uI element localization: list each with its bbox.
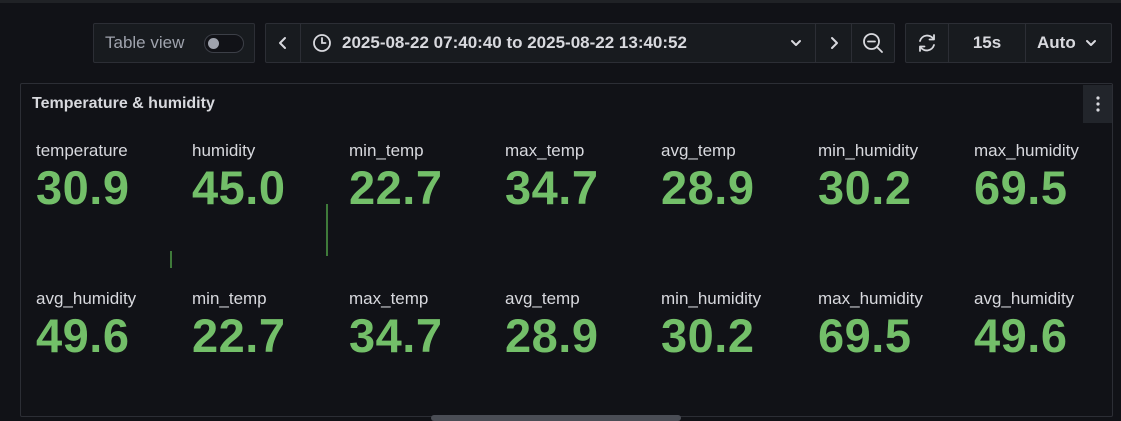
stat-value: 30.9: [36, 161, 130, 214]
stat-panel: Temperature & humidity temperature 30.9 …: [20, 83, 1113, 417]
refresh-auto-label: Auto: [1037, 33, 1076, 52]
top-border: [0, 0, 1121, 3]
stat-value: 28.9: [505, 309, 599, 362]
panel-menu-button[interactable]: [1083, 85, 1112, 123]
sparkline: [326, 204, 328, 256]
zoom-out-button[interactable]: [851, 23, 895, 63]
stat-value: 30.2: [818, 161, 912, 214]
stat-avg-humidity: avg_humidity 49.6: [36, 289, 186, 361]
table-view-toggle[interactable]: Table view: [93, 23, 255, 63]
stat-min-humidity: min_humidity 30.2: [661, 289, 811, 361]
stat-value: 30.2: [661, 309, 755, 362]
zoom-out-icon: [863, 33, 883, 53]
stat-label: max_humidity: [974, 141, 1079, 160]
switch-knob: [208, 38, 219, 49]
table-view-label: Table view: [105, 33, 185, 52]
stat-label: max_temp: [505, 141, 585, 160]
refresh-icon: [919, 34, 935, 52]
stat-min-temp: min_temp 22.7: [349, 141, 499, 213]
stat-min-humidity: min_humidity 30.2: [818, 141, 968, 213]
stat-humidity: humidity 45.0: [192, 141, 342, 213]
stat-label: avg_humidity: [974, 289, 1075, 308]
time-range-forward-button[interactable]: [815, 23, 852, 63]
stat-value: 69.5: [818, 309, 912, 362]
dashboard-toolbar: Table view 2025-08-22 07:40:40 to 2025-0…: [0, 23, 1121, 63]
table-view-switch[interactable]: [204, 34, 244, 53]
stat-temperature: temperature 30.9: [36, 141, 186, 213]
refresh-interval-button[interactable]: 15s: [948, 23, 1026, 63]
stat-value: 49.6: [974, 309, 1068, 362]
chevron-down-icon: [1086, 40, 1096, 46]
stat-value: 22.7: [349, 161, 443, 214]
stat-min-temp: min_temp 22.7: [192, 289, 342, 361]
stat-label: min_temp: [192, 289, 267, 308]
stat-label: min_humidity: [661, 289, 762, 308]
panel-title: Temperature & humidity: [32, 95, 215, 112]
stat-value: 69.5: [974, 161, 1068, 214]
time-range-text: 2025-08-22 07:40:40 to 2025-08-22 13:40:…: [342, 33, 687, 52]
stat-value: 34.7: [349, 309, 443, 362]
stat-value: 28.9: [661, 161, 755, 214]
horizontal-scrollbar[interactable]: [431, 415, 681, 421]
stat-max-temp: max_temp 34.7: [505, 141, 655, 213]
clock-icon: [313, 34, 331, 52]
stat-label: max_temp: [349, 289, 429, 308]
stat-label: temperature: [36, 141, 128, 160]
stat-label: humidity: [192, 141, 256, 160]
stat-avg-temp: avg_temp 28.9: [505, 289, 655, 361]
stat-label: avg_humidity: [36, 289, 137, 308]
chevron-down-icon: [791, 40, 801, 46]
time-range-back-button[interactable]: [265, 23, 301, 63]
stat-value: 34.7: [505, 161, 599, 214]
stat-avg-humidity: avg_humidity 49.6: [974, 289, 1112, 362]
stat-max-temp: max_temp 34.7: [349, 289, 499, 361]
stat-max-humidity: max_humidity 69.5: [818, 289, 968, 361]
stat-label: min_temp: [349, 141, 424, 160]
refresh-button[interactable]: [905, 23, 949, 63]
sparkline: [170, 251, 172, 268]
stat-label: max_humidity: [818, 289, 923, 308]
stat-value: 45.0: [192, 161, 286, 214]
chevron-right-icon: [830, 37, 838, 49]
stat-avg-temp: avg_temp 28.9: [661, 141, 811, 213]
refresh-auto-dropdown[interactable]: Auto: [1025, 23, 1112, 63]
stat-value: 49.6: [36, 309, 130, 362]
more-vertical-icon: [1096, 96, 1100, 112]
stat-label: min_humidity: [818, 141, 919, 160]
stat-label: avg_temp: [505, 289, 580, 308]
refresh-interval-value: 15s: [972, 33, 1002, 52]
stat-label: avg_temp: [661, 141, 736, 160]
chevron-left-icon: [279, 37, 286, 49]
time-range-picker[interactable]: 2025-08-22 07:40:40 to 2025-08-22 13:40:…: [300, 23, 816, 63]
stat-value: 22.7: [192, 309, 286, 362]
stat-max-humidity: max_humidity 69.5: [974, 141, 1112, 214]
